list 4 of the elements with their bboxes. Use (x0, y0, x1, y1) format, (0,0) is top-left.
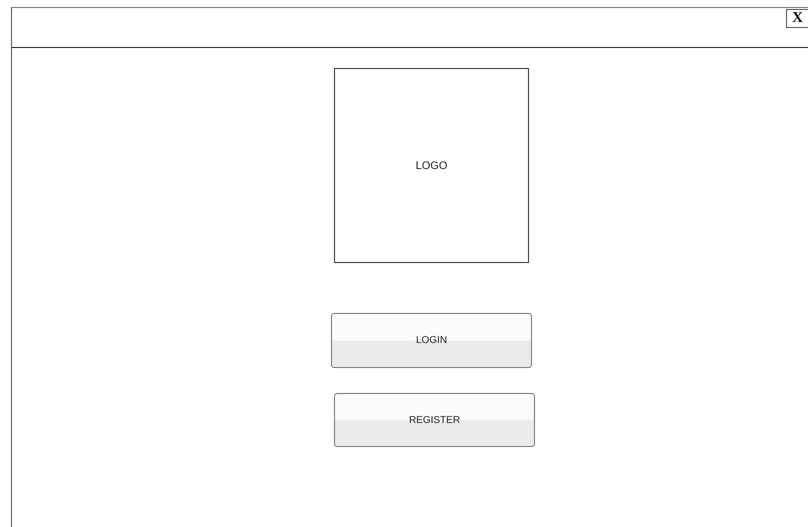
close-button[interactable]: X (786, 9, 808, 28)
login-button[interactable]: LOGIN (331, 313, 532, 368)
register-button[interactable]: REGISTER (334, 393, 535, 447)
logo-label: LOGO (416, 160, 448, 172)
